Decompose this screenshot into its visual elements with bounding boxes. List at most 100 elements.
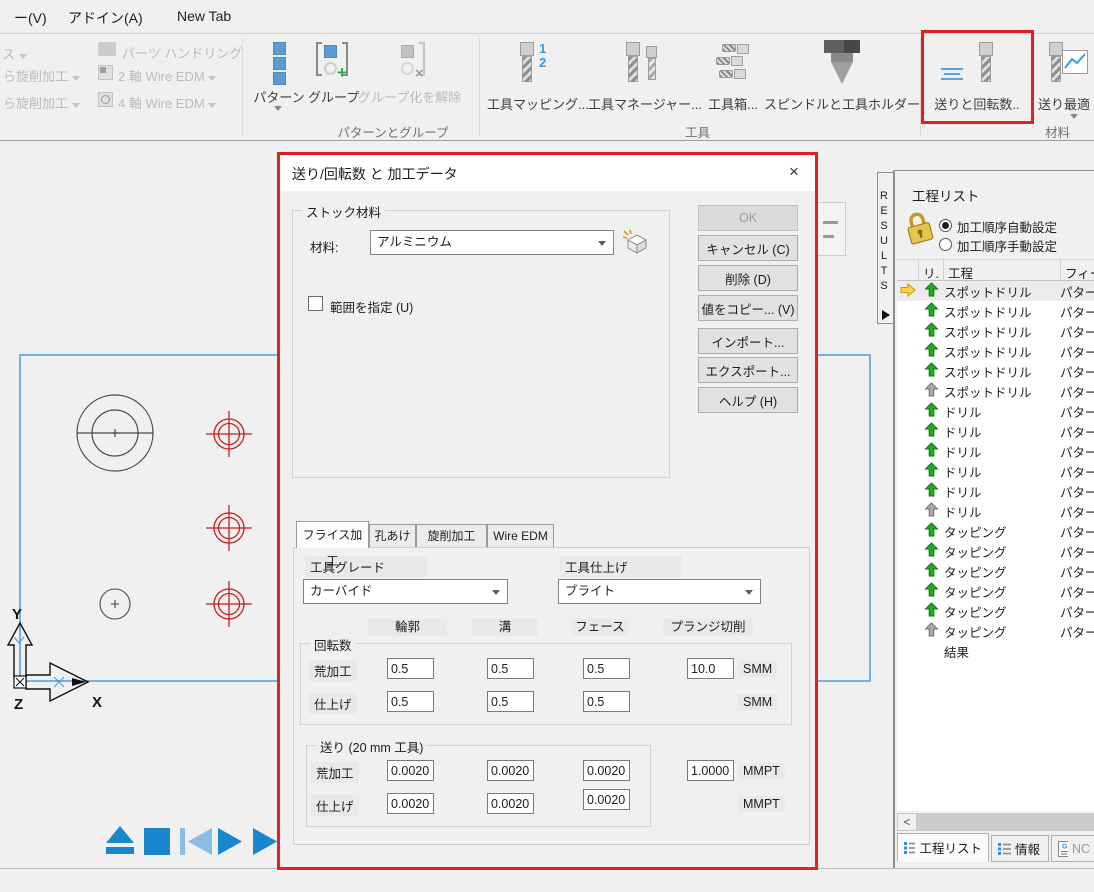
help-button[interactable]: ヘルプ (H): [698, 387, 798, 413]
group-button[interactable]: グループ: [308, 87, 359, 106]
process-row[interactable]: タッピング パターン: [897, 601, 1094, 621]
export-button[interactable]: エクスポート...: [698, 357, 798, 383]
tab-milling[interactable]: フライス加工: [296, 521, 369, 568]
speed-finish-contour-input[interactable]: [387, 691, 434, 712]
pattern-button[interactable]: パターン: [248, 87, 310, 106]
pattern-dropdown-icon[interactable]: [274, 106, 282, 111]
operation-name: ドリル: [944, 505, 982, 520]
speed-rough-slot-input[interactable]: [487, 658, 534, 679]
feed-optimize-button[interactable]: 送り最適: [1038, 94, 1090, 113]
play-button[interactable]: [218, 828, 242, 855]
order-auto-radio[interactable]: [939, 219, 952, 232]
results-tab[interactable]: RESULTS: [877, 172, 894, 324]
tab-nc[interactable]: G NC: [1051, 835, 1094, 862]
play-to-end-button[interactable]: [253, 828, 277, 855]
tab-drilling[interactable]: 孔あけ: [369, 524, 416, 548]
process-row[interactable]: スポットドリル パターン: [897, 341, 1094, 361]
process-row[interactable]: タッピング パターン: [897, 541, 1094, 561]
dialog-titlebar[interactable]: 送り/回転数 と 加工データ ×: [280, 155, 815, 191]
feed-rough-face-input[interactable]: [583, 760, 630, 781]
feed-finish-face-input[interactable]: [583, 789, 630, 810]
delete-button[interactable]: 削除 (D): [698, 265, 798, 291]
feature-name: パターン: [1060, 385, 1094, 400]
close-button[interactable]: ×: [773, 155, 815, 190]
tool-finish-dropdown[interactable]: ブライト: [558, 579, 761, 604]
tool-mapping-button[interactable]: 工具マッピング...: [487, 94, 589, 113]
material-library-icon[interactable]: [622, 229, 648, 255]
copy-values-button[interactable]: 値をコピー... (V): [698, 295, 798, 321]
cancel-button[interactable]: キャンセル (C): [698, 235, 798, 261]
import-button[interactable]: インポート...: [698, 328, 798, 354]
speeds-group-label: 回転数: [310, 635, 356, 654]
tool-grade-dropdown[interactable]: カーバイド: [303, 579, 508, 604]
spindle-holder-button[interactable]: スピンドルと工具ホルダー: [764, 94, 920, 113]
expand-arrow-icon[interactable]: [882, 310, 890, 320]
material-dropdown[interactable]: アルミニウム: [370, 230, 614, 255]
status-arrow-icon: [919, 422, 944, 440]
process-row[interactable]: ドリル パターン: [897, 501, 1094, 521]
tool-box-button[interactable]: 工具箱...: [698, 94, 768, 113]
speed-rough-contour-input[interactable]: [387, 658, 434, 679]
playback-controls[interactable]: [100, 820, 285, 862]
menu-addins[interactable]: アドイン(A): [68, 8, 143, 28]
feeds-speeds-button[interactable]: 送りと回転数..: [925, 94, 1029, 113]
speed-finish-slot-input[interactable]: [487, 691, 534, 712]
header-list[interactable]: リ.: [919, 260, 944, 280]
process-row[interactable]: スポットドリル パターン: [897, 281, 1094, 301]
process-row[interactable]: スポットドリル パターン: [897, 301, 1094, 321]
feed-finish-contour-input[interactable]: [387, 793, 434, 814]
header-feature[interactable]: フィーチャー: [1061, 260, 1094, 280]
eject-button[interactable]: [106, 826, 134, 854]
process-row[interactable]: タッピング パターン: [897, 561, 1094, 581]
tab-turning[interactable]: 旋削加工: [416, 524, 487, 548]
process-row[interactable]: タッピング パターン: [897, 581, 1094, 601]
tab-process-list[interactable]: 工程リスト: [897, 833, 989, 862]
operation-name: スポットドリル: [944, 345, 1032, 360]
speed-rough-plunge-input[interactable]: [687, 658, 734, 679]
feed-optimize-chart-icon: [1062, 50, 1088, 74]
process-row[interactable]: ドリル パターン: [897, 401, 1094, 421]
speed-finish-face-input[interactable]: [583, 691, 630, 712]
process-row[interactable]: スポットドリル パターン: [897, 361, 1094, 381]
hole-feature: [99, 588, 131, 620]
feed-rough-slot-input[interactable]: [487, 760, 534, 781]
process-row[interactable]: ドリル パターン: [897, 481, 1094, 501]
tool-manager-button[interactable]: 工具マネージャー...: [588, 94, 702, 113]
scroll-left-icon[interactable]: <: [897, 813, 917, 831]
feed-rough-contour-input[interactable]: [387, 760, 434, 781]
process-row[interactable]: ドリル パターン: [897, 461, 1094, 481]
process-row[interactable]: タッピング パターン: [897, 521, 1094, 541]
process-row[interactable]: 結果: [897, 641, 1094, 661]
process-row[interactable]: ドリル パターン: [897, 441, 1094, 461]
step-back-button[interactable]: [180, 828, 212, 855]
feed-rough-plunge-input[interactable]: [687, 760, 734, 781]
column-contour: 輪郭: [368, 619, 447, 636]
feed-finish-slot-input[interactable]: [487, 793, 534, 814]
menu-view[interactable]: ー(V): [14, 8, 47, 28]
speed-rough-face-input[interactable]: [583, 658, 630, 679]
horizontal-scrollbar[interactable]: <: [897, 813, 1094, 831]
process-row[interactable]: タッピング パターン: [897, 621, 1094, 641]
current-operation-marker: [897, 583, 919, 600]
stock-material-group-label: ストック材料: [302, 202, 386, 221]
menu-new-tab[interactable]: New Tab: [177, 8, 231, 24]
pattern-icon: [273, 42, 286, 87]
current-operation-marker: [897, 403, 919, 420]
feature-name: パターン: [1060, 625, 1094, 640]
tab-info[interactable]: 情報: [991, 835, 1049, 862]
current-operation-marker: [897, 463, 919, 480]
tab-wire-edm[interactable]: Wire EDM: [487, 524, 554, 548]
process-row[interactable]: スポットドリル パターン: [897, 321, 1094, 341]
operation-name: タッピング: [944, 525, 1007, 540]
header-operation[interactable]: 工程: [944, 260, 1061, 280]
process-row[interactable]: ドリル パターン: [897, 421, 1094, 441]
process-row[interactable]: スポットドリル パターン: [897, 381, 1094, 401]
chevron-down-icon: [71, 103, 80, 108]
tools-section-label: 工具: [684, 126, 710, 140]
range-checkbox[interactable]: [308, 296, 323, 311]
stop-button[interactable]: [144, 828, 170, 855]
order-manual-radio[interactable]: [939, 238, 952, 251]
scrollbar-track[interactable]: [917, 813, 1094, 831]
feed-optimize-dropdown-icon[interactable]: [1070, 114, 1078, 119]
feeds-finish-label: 仕上げ: [311, 795, 359, 816]
